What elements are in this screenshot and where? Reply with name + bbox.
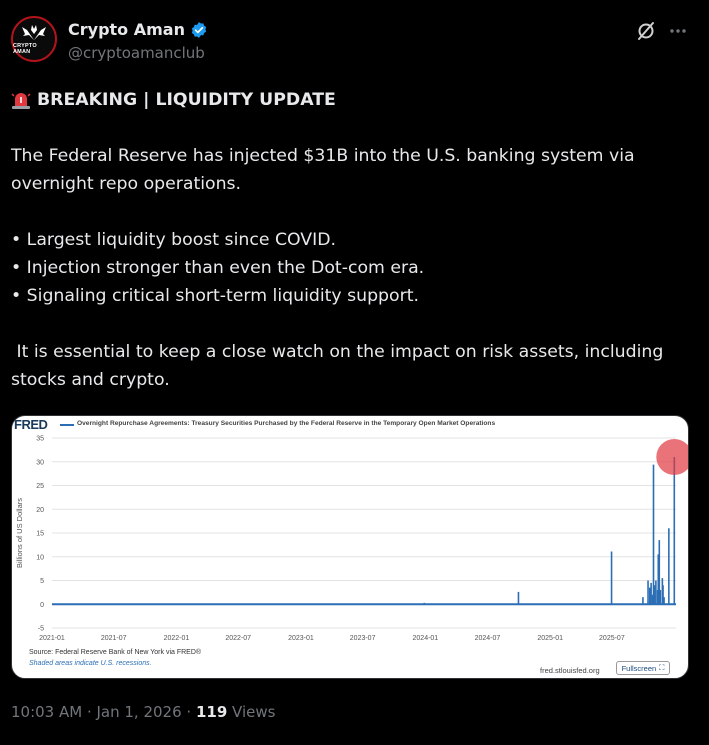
fullscreen-button[interactable]: Fullscreen ⛶	[616, 661, 670, 675]
y-tick-label: 20	[36, 507, 44, 514]
display-name[interactable]: Crypto Aman	[68, 20, 185, 39]
x-tick-label: 2021-07	[101, 635, 127, 642]
avatar[interactable]: CRYPTO AMAN	[11, 16, 57, 62]
tweet-media-chart[interactable]: -5 0 5 10 15 20 25 30 35 2021-01 2021-07 2022-01 202…	[11, 415, 689, 679]
bullet-list: • Largest liquidity boost since COVID. •…	[11, 226, 699, 310]
bullet-item: • Largest liquidity boost since COVID.	[11, 230, 337, 250]
x-tick-label: 2025-07	[599, 635, 625, 642]
x-tick-label: 2021-01	[39, 635, 65, 642]
y-tick-label: 0	[40, 602, 44, 609]
fred-logo: FRED	[14, 417, 48, 432]
bullet-item: • Signaling critical short-term liquidit…	[11, 286, 419, 306]
y-tick-label: 10	[36, 554, 44, 561]
avatar-text: CRYPTO AMAN	[13, 42, 37, 55]
fred-chart: -5 0 5 10 15 20 25 30 35 2021-01 2021-07 2022-01 202…	[15, 436, 688, 642]
x-tick-label: 2025-01	[537, 635, 563, 642]
x-tick-label: 2022-07	[225, 635, 251, 642]
y-tick-label: 30	[36, 459, 44, 466]
y-tick-label: 25	[36, 483, 44, 490]
fullscreen-label: Fullscreen	[621, 663, 657, 673]
author-name-row[interactable]: Crypto Aman	[68, 20, 208, 39]
legend-swatch	[60, 424, 74, 426]
y-axis-label: Billions of US Dollars	[15, 498, 24, 568]
y-tick-label: 5	[40, 578, 44, 585]
verified-badge-icon	[191, 21, 207, 38]
grok-icon[interactable]	[635, 20, 657, 42]
y-tick-label: 15	[36, 531, 44, 538]
fred-site-link[interactable]: fred.stlouisfed.org	[540, 666, 600, 675]
tweet-paragraph-2: It is essential to keep a close watch on…	[11, 342, 669, 390]
tweet-meta: 10:03 AM · Jan 1, 2026 · 119 Views	[11, 703, 275, 721]
headline-text: BREAKING | LIQUIDITY UPDATE	[37, 90, 336, 110]
chart-title: Overnight Repurchase Agreements: Treasur…	[77, 420, 496, 427]
tweet-headline: BREAKING | LIQUIDITY UPDATE	[11, 86, 699, 114]
recession-note: Shaded areas indicate U.S. recessions.	[29, 660, 152, 667]
tweet-text: BREAKING | LIQUIDITY UPDATE The Federal …	[11, 86, 699, 394]
x-tick-label: 2024-07	[475, 635, 501, 642]
tweet-paragraph-1: The Federal Reserve has injected $31B in…	[11, 146, 635, 194]
rotating-light-icon	[11, 93, 31, 109]
x-tick-label: 2023-07	[350, 635, 376, 642]
bullet-item: • Injection stronger than even the Dot-c…	[11, 258, 425, 278]
fullscreen-icon: ⛶	[659, 663, 665, 672]
y-tick-label: 35	[36, 436, 44, 443]
more-options-icon[interactable]	[667, 20, 689, 42]
y-tick-label: -5	[38, 626, 44, 633]
x-tick-label: 2022-01	[164, 635, 190, 642]
views-label: Views	[227, 703, 276, 721]
tweet-timestamp[interactable]: 10:03 AM · Jan 1, 2026 ·	[11, 703, 196, 721]
chart-source: Source: Federal Reserve Bank of New York…	[29, 649, 202, 656]
x-tick-label: 2024-01	[413, 635, 439, 642]
author-handle[interactable]: @cryptoamanclub	[68, 44, 205, 62]
x-tick-label: 2023-01	[288, 635, 314, 642]
devil-wings-logo-icon	[22, 24, 46, 40]
views-count: 119	[195, 703, 228, 721]
